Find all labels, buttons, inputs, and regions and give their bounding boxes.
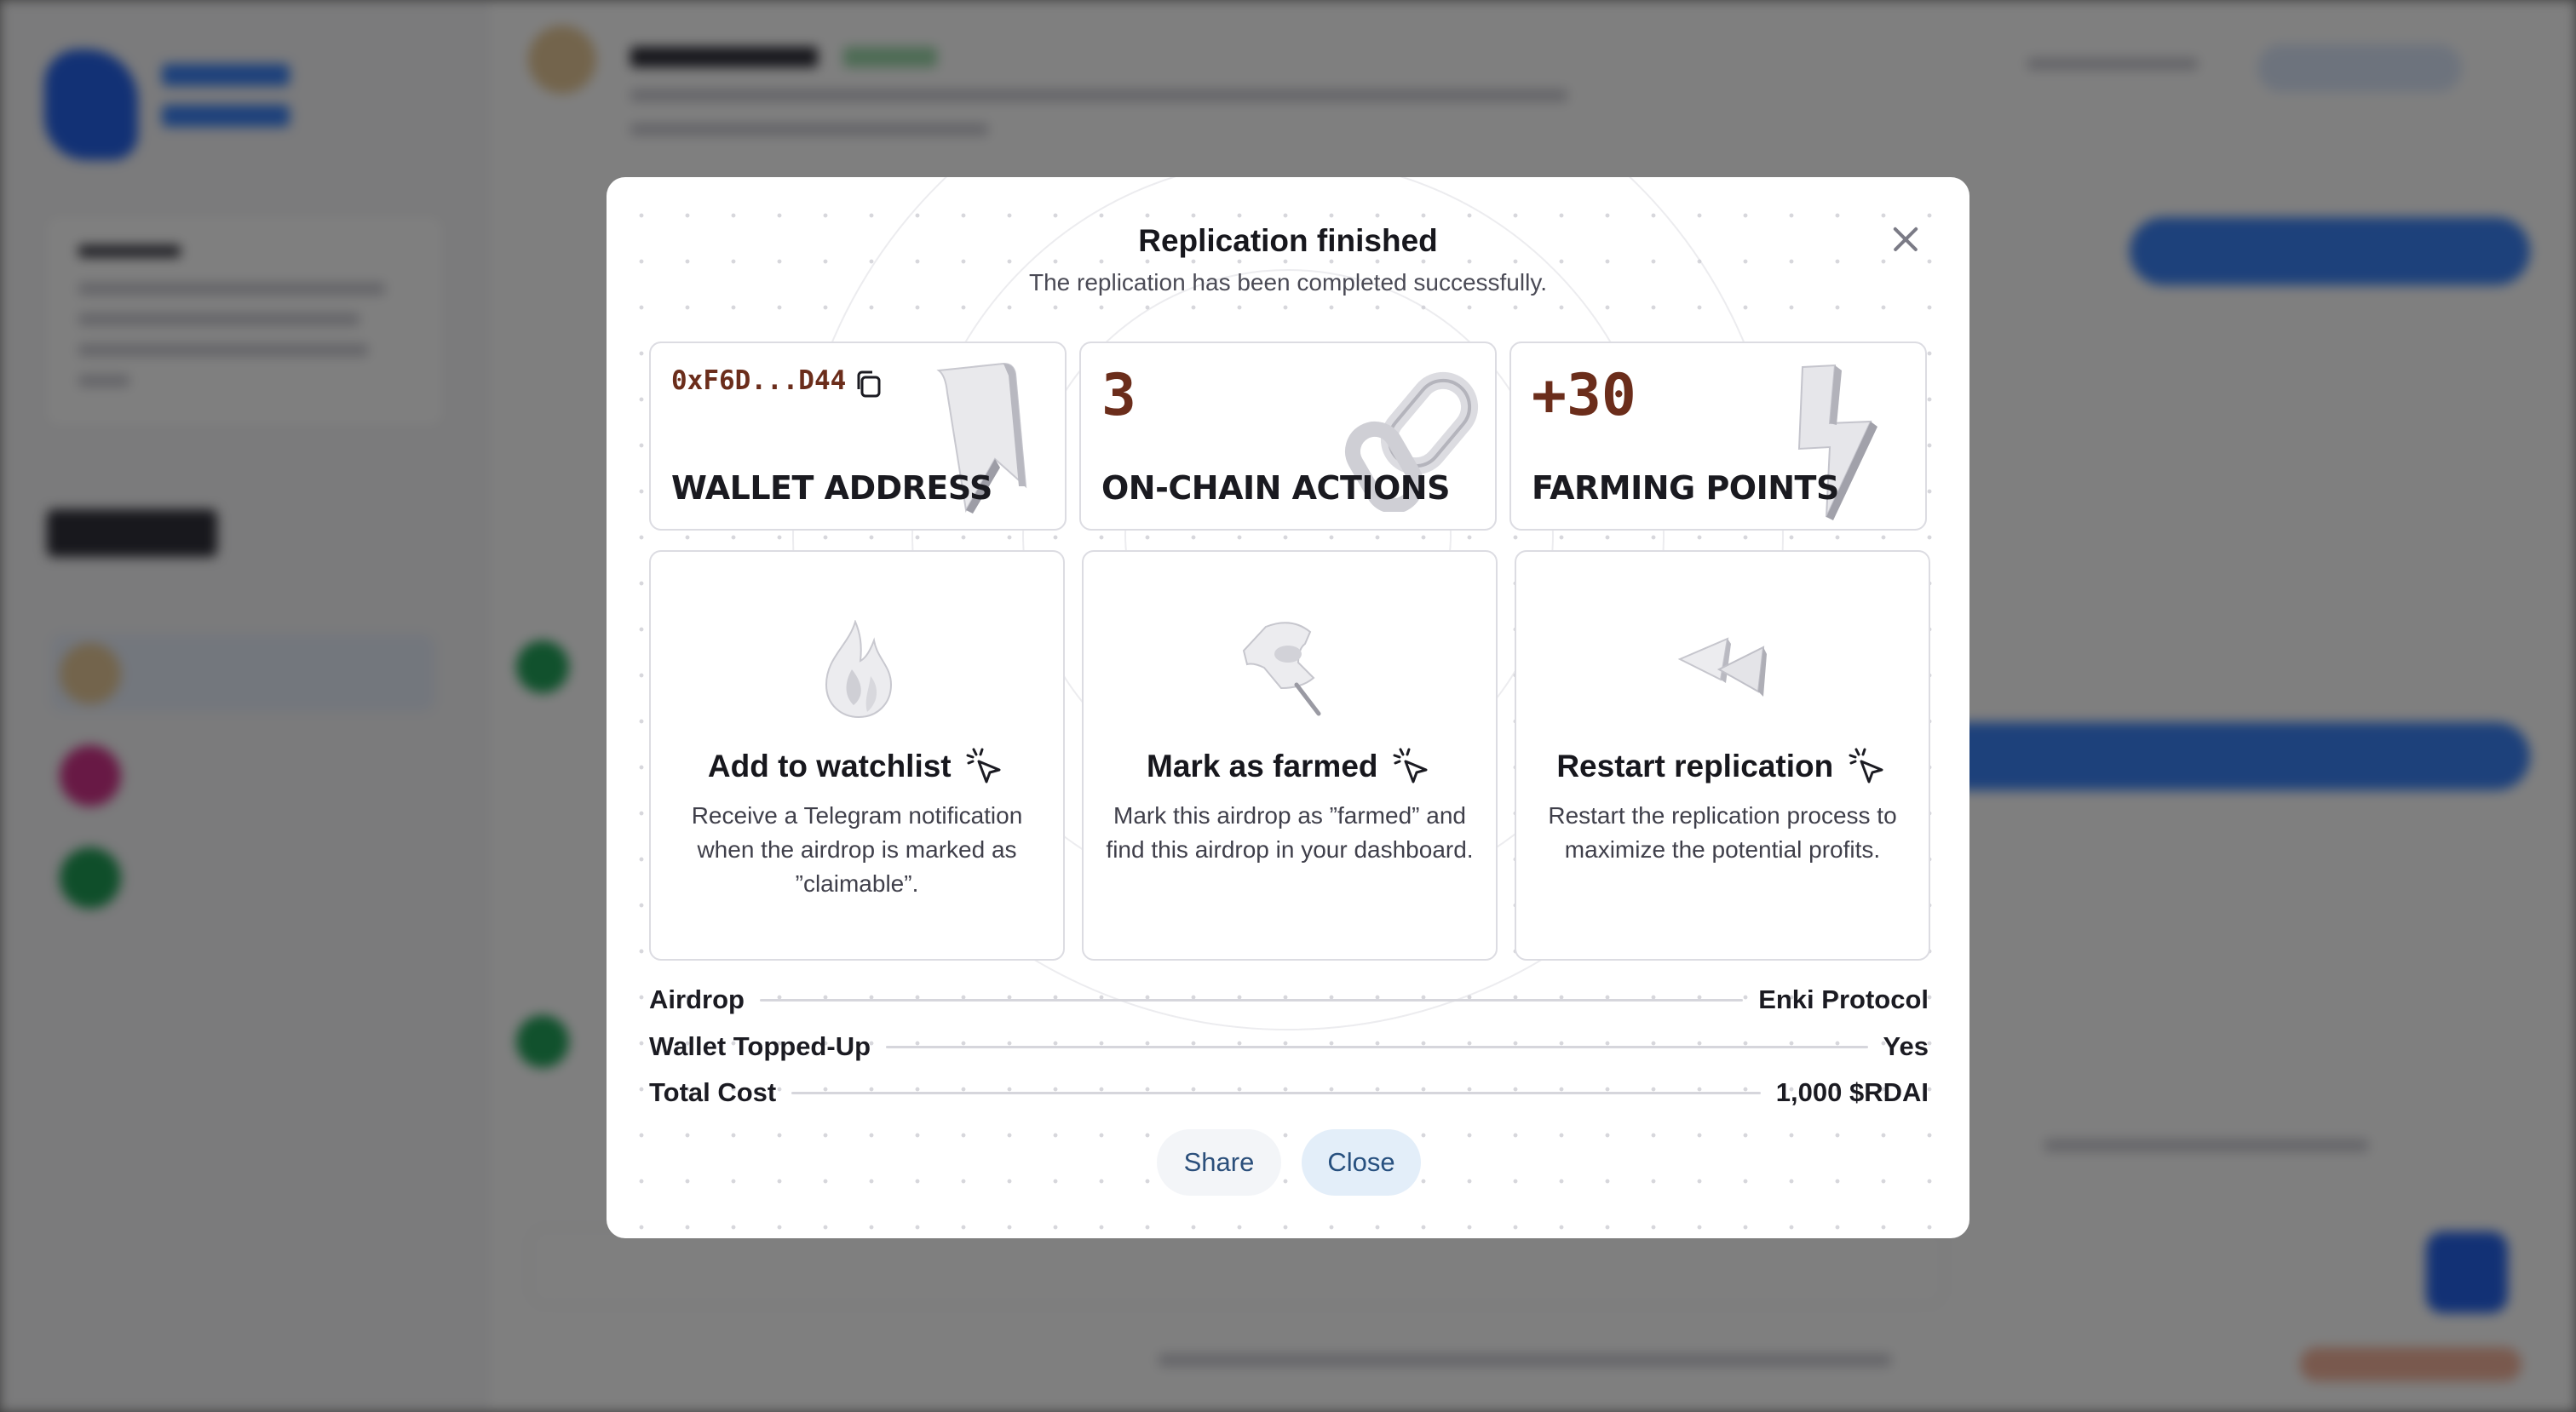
on-chain-actions-label: ON-CHAIN ACTIONS: [1101, 469, 1450, 507]
add-to-watchlist-card[interactable]: Add to watchlist Receive a Telegram noti…: [649, 550, 1065, 961]
detail-label: Wallet Topped-Up: [649, 1031, 871, 1061]
detail-divider: [759, 998, 1744, 1002]
flame-3d-icon: [825, 620, 893, 719]
farming-points-value: +30: [1532, 362, 1636, 429]
close-button[interactable]: Close: [1302, 1129, 1421, 1196]
detail-label: Total Cost: [649, 1077, 777, 1107]
detail-row-total-cost: Total Cost 1,000 $RDAI: [649, 1074, 1929, 1111]
detail-value: 1,000 $RDAI: [1775, 1077, 1929, 1107]
stat-card-farming-points: +30 FARMING POINTS: [1509, 342, 1927, 531]
share-button[interactable]: Share: [1157, 1129, 1281, 1196]
restart-replication-card[interactable]: Restart replication Restart the replicat…: [1515, 550, 1930, 961]
dialog-subtitle: The replication has been completed succe…: [1028, 269, 1548, 296]
detail-value: Yes: [1883, 1031, 1929, 1061]
cursor-click-icon: [1849, 748, 1883, 783]
mark-as-farmed-title: Mark as farmed: [1147, 749, 1378, 783]
cursor-click-icon: [1393, 748, 1428, 783]
detail-row-airdrop: Airdrop Enki Protocol: [649, 981, 1929, 1019]
dialog-title: Replication finished: [1138, 223, 1438, 258]
wallet-address-value: 0xF6D...D44: [671, 365, 847, 396]
stat-card-wallet-address: 0xF6D...D44 WALLET ADDRESS: [649, 342, 1067, 531]
rewind-3d-icon: [1677, 637, 1767, 697]
detail-label: Airdrop: [649, 984, 745, 1014]
add-to-watchlist-title: Add to watchlist: [707, 749, 952, 783]
mark-as-farmed-card[interactable]: Mark as farmed Mark this airdrop as ”far…: [1082, 550, 1498, 961]
detail-divider: [886, 1045, 1868, 1048]
on-chain-actions-value: 3: [1101, 362, 1136, 429]
detail-value: Enki Protocol: [1758, 984, 1929, 1014]
close-icon[interactable]: [1884, 218, 1927, 261]
stat-card-on-chain-actions: 3 ON-CHAIN ACTIONS: [1079, 342, 1497, 531]
cursor-click-icon: [966, 748, 1001, 783]
copy-icon[interactable]: [852, 367, 886, 401]
farming-points-label: FARMING POINTS: [1532, 469, 1839, 507]
mark-as-farmed-description: Mark this airdrop as ”farmed” and find t…: [1106, 802, 1474, 863]
detail-divider: [791, 1091, 1761, 1094]
push-pin-3d-icon: [1242, 622, 1321, 716]
add-to-watchlist-description: Receive a Telegram notification when the…: [691, 802, 1023, 897]
restart-replication-description: Restart the replication process to maxim…: [1548, 802, 1897, 863]
wallet-address-label: WALLET ADDRESS: [671, 469, 992, 507]
replication-finished-dialog: Replication finished The replication has…: [607, 177, 1969, 1238]
restart-replication-title: Restart replication: [1556, 749, 1834, 783]
detail-row-wallet-topped-up: Wallet Topped-Up Yes: [649, 1028, 1929, 1065]
